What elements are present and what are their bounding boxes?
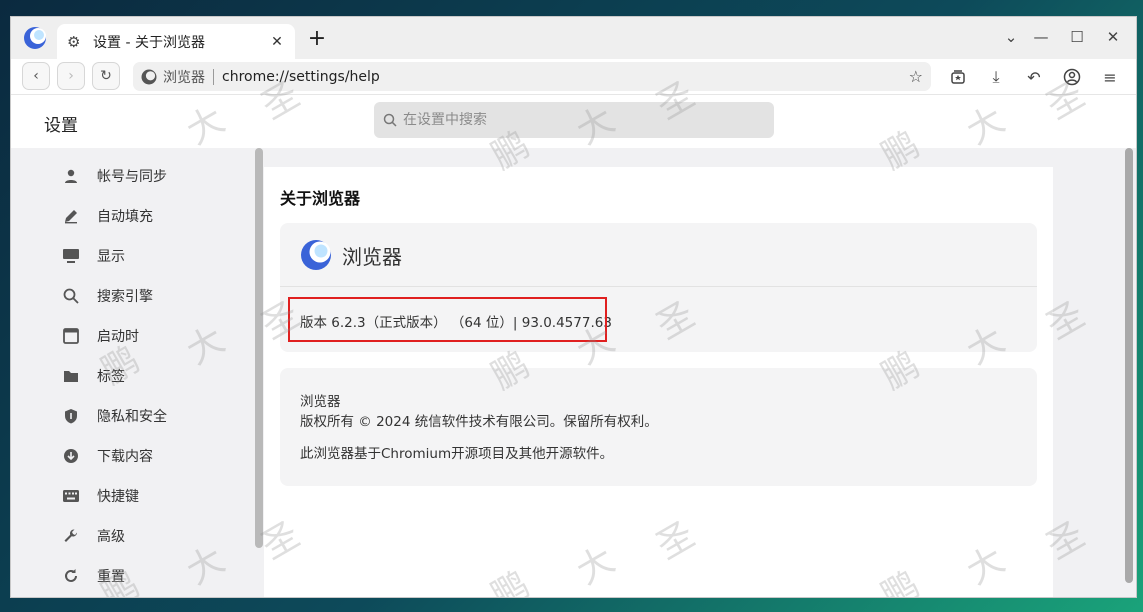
copyright-text: 版权所有 © 2024 统信软件技术有限公司。保留所有权利。: [300, 414, 658, 430]
open-source-text: 此浏览器基于Chromium开源项目及其他开源软件。: [300, 446, 614, 462]
new-tab-button[interactable]: +: [306, 28, 328, 50]
tab-close-icon[interactable]: ✕: [269, 34, 285, 50]
reload-button[interactable]: ↻: [92, 62, 120, 90]
about-card: 浏览器 版本 6.2.3（正式版本） （64 位）| 93.0.4577.63: [280, 223, 1037, 352]
sidebar-item-search-engine[interactable]: 搜索引擎: [61, 284, 153, 308]
shield-icon: [61, 406, 81, 426]
sidebar-item-display[interactable]: 显示: [61, 244, 125, 268]
site-info-icon[interactable]: [141, 69, 157, 85]
person-icon: [61, 166, 81, 186]
search-icon: [61, 286, 81, 306]
window-icon: [61, 326, 81, 346]
search-icon: [383, 113, 397, 127]
wrench-icon: [61, 526, 81, 546]
folder-icon: [61, 366, 81, 386]
minimize-button[interactable]: —: [1031, 27, 1051, 47]
browser-logo-icon: [301, 240, 331, 270]
tab-strip: ⚙ 设置 - 关于浏览器 ✕ + ⌄ — ☐ ✕: [11, 17, 1136, 59]
bookmark-star-icon[interactable]: ☆: [909, 67, 923, 86]
sidebar-item-on-startup[interactable]: 启动时: [61, 324, 139, 348]
download-icon[interactable]: ⤓: [985, 66, 1007, 88]
copyright-title: 浏览器: [300, 394, 341, 410]
browser-logo-icon: [24, 27, 46, 49]
settings-content: 帐号与同步 自动填充 显示 搜索引擎 启动时 标签 隐私和安全 下载内容 快捷键…: [11, 148, 1136, 597]
sidebar-item-label: 重置: [97, 569, 125, 585]
account-icon[interactable]: [1061, 66, 1083, 88]
about-panel: 关于浏览器 浏览器 版本 6.2.3（正式版本） （64 位）| 93.0.45…: [264, 167, 1053, 597]
sidebar-item-advanced[interactable]: 高级: [61, 524, 125, 548]
version-highlight-box: [288, 297, 607, 342]
tab-title: 设置 - 关于浏览器: [93, 34, 205, 51]
back-button[interactable]: ‹: [22, 62, 50, 90]
reset-icon: [61, 566, 81, 586]
sidebar-item-label: 启动时: [97, 329, 139, 345]
sidebar-item-privacy-security[interactable]: 隐私和安全: [61, 404, 167, 428]
sidebar-item-downloads[interactable]: 下载内容: [61, 444, 153, 468]
maximize-button[interactable]: ☐: [1067, 27, 1087, 47]
toolbar: ‹ › ↻ 浏览器 chrome://settings/help ☆ ⤓ ↶ ≡: [11, 59, 1136, 95]
sidebar-item-label: 隐私和安全: [97, 409, 167, 425]
monitor-icon: [61, 246, 81, 266]
settings-search[interactable]: [374, 102, 774, 138]
copyright-card: 浏览器 版权所有 © 2024 统信软件技术有限公司。保留所有权利。 此浏览器基…: [280, 368, 1037, 486]
sidebar-item-autofill[interactable]: 自动填充: [61, 204, 153, 228]
back-icon: ‹: [33, 68, 39, 84]
card-divider: [280, 286, 1037, 287]
settings-sidebar: 帐号与同步 自动填充 显示 搜索引擎 启动时 标签 隐私和安全 下载内容 快捷键…: [11, 148, 256, 597]
menu-icon[interactable]: ≡: [1099, 66, 1121, 88]
sidebar-item-label: 帐号与同步: [97, 169, 167, 185]
settings-header: 设置: [11, 95, 1136, 148]
pen-icon: [61, 206, 81, 226]
sidebar-item-label: 高级: [97, 529, 125, 545]
product-name: 浏览器: [342, 245, 402, 269]
page-title: 设置: [44, 116, 78, 136]
undo-icon[interactable]: ↶: [1023, 66, 1045, 88]
address-separator: [213, 68, 214, 85]
search-input[interactable]: [403, 112, 765, 128]
sidebar-item-label: 显示: [97, 249, 125, 265]
sidebar-item-label: 搜索引擎: [97, 289, 153, 305]
collections-icon[interactable]: [947, 66, 969, 88]
about-heading: 关于浏览器: [280, 189, 361, 208]
sidebar-item-shortcuts[interactable]: 快捷键: [61, 484, 139, 508]
gear-icon: ⚙: [67, 32, 81, 51]
close-window-button[interactable]: ✕: [1103, 27, 1123, 47]
site-label: 浏览器: [163, 69, 205, 86]
keyboard-icon: [61, 486, 81, 506]
browser-window: ⚙ 设置 - 关于浏览器 ✕ + ⌄ — ☐ ✕ ‹ › ↻ 浏览器 chrom…: [10, 16, 1137, 598]
address-bar[interactable]: 浏览器 chrome://settings/help ☆: [133, 62, 931, 91]
sidebar-item-label: 标签: [97, 369, 125, 385]
reload-icon: ↻: [100, 68, 112, 84]
sidebar-item-label: 自动填充: [97, 209, 153, 225]
forward-button[interactable]: ›: [57, 62, 85, 90]
tab-settings[interactable]: ⚙ 设置 - 关于浏览器 ✕: [57, 24, 295, 59]
sidebar-item-tabs[interactable]: 标签: [61, 364, 125, 388]
sidebar-item-account-sync[interactable]: 帐号与同步: [61, 164, 167, 188]
url-text[interactable]: chrome://settings/help: [222, 69, 909, 85]
forward-icon: ›: [68, 68, 74, 84]
sidebar-scrollbar[interactable]: [255, 148, 263, 548]
sidebar-item-label: 快捷键: [97, 489, 139, 505]
main-scrollbar[interactable]: [1125, 148, 1133, 583]
sidebar-item-label: 下载内容: [97, 449, 153, 465]
sidebar-item-reset[interactable]: 重置: [61, 564, 125, 588]
tab-list-chevron-down-icon[interactable]: ⌄: [1001, 27, 1021, 47]
download-icon: [61, 446, 81, 466]
